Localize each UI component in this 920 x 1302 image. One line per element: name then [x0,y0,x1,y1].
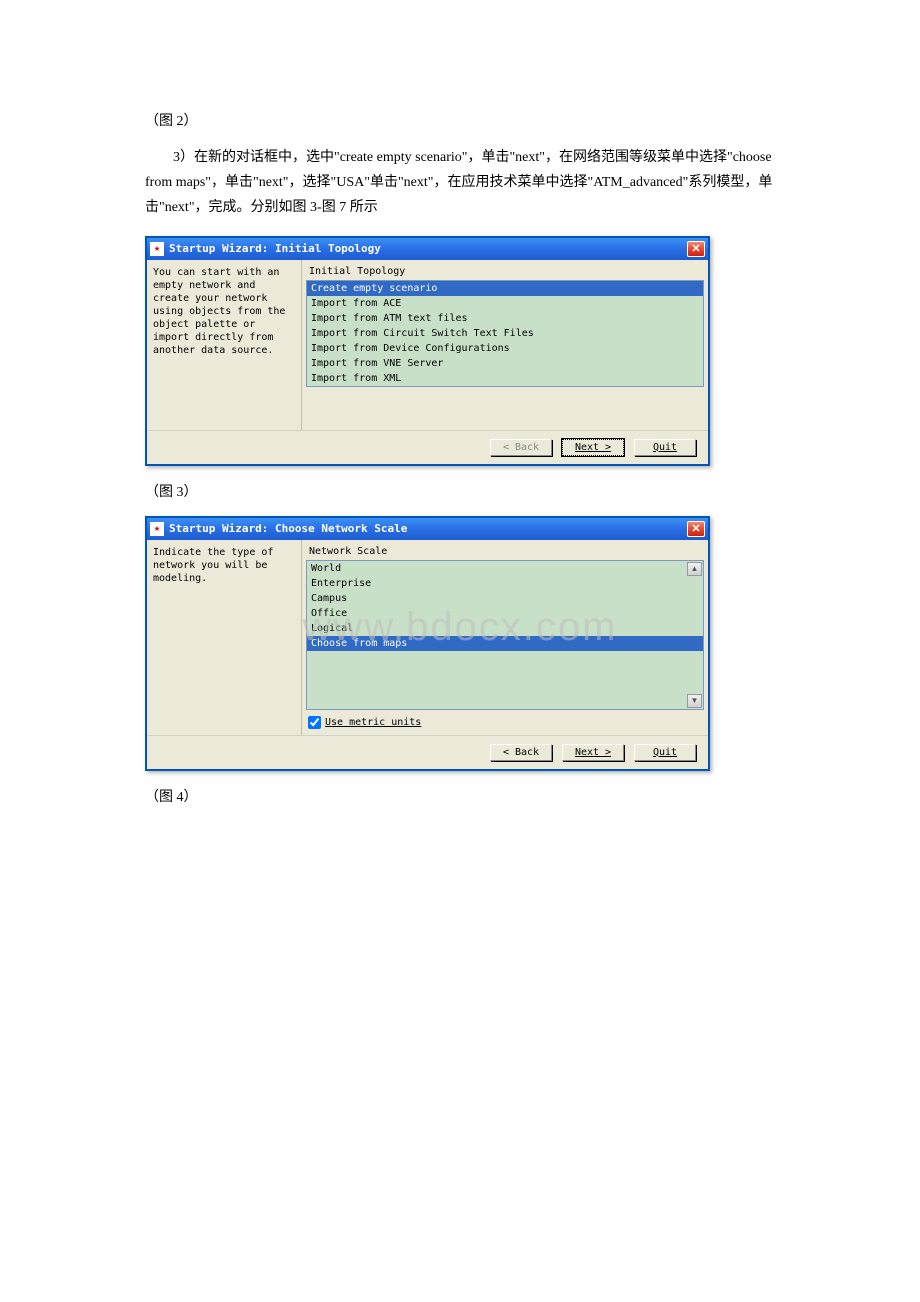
list-item[interactable]: World [307,561,703,576]
startup-wizard-network-scale-dialog: ★ Startup Wizard: Choose Network Scale ✕… [145,516,710,771]
figure-4-caption: （图 4） [145,786,775,806]
next-button[interactable]: Next > [562,439,624,456]
quit-button[interactable]: Quit [634,744,696,761]
next-button[interactable]: Next > [562,744,624,761]
step-3-instructions: 3）在新的对话框中，选中"create empty scenario"，单击"n… [145,145,775,221]
titlebar: ★ Startup Wizard: Choose Network Scale ✕ [147,518,708,540]
topology-options-listbox[interactable]: Create empty scenario Import from ACE Im… [306,280,704,387]
titlebar: ★ Startup Wizard: Initial Topology ✕ [147,238,708,260]
list-item[interactable]: Create empty scenario [307,281,703,296]
list-item[interactable]: Import from Circuit Switch Text Files [307,326,703,341]
back-button: < Back [490,439,552,456]
list-item[interactable]: Enterprise [307,576,703,591]
network-scale-listbox[interactable]: World Enterprise Campus Office Logical C… [306,560,704,710]
app-icon: ★ [150,522,164,536]
scroll-up-icon[interactable]: ▲ [687,562,702,576]
list-item[interactable]: Import from XML [307,371,703,386]
startup-wizard-initial-topology-dialog: ★ Startup Wizard: Initial Topology ✕ You… [145,236,710,466]
list-item[interactable]: Office [307,606,703,621]
close-icon[interactable]: ✕ [687,521,705,537]
description-panel: Indicate the type of network you will be… [147,540,302,735]
list-item[interactable]: Import from ATM text files [307,311,703,326]
dialog-title: Startup Wizard: Initial Topology [169,242,687,255]
checkbox-label: Use metric units [325,717,421,728]
figure-3-caption: （图 3） [145,481,775,501]
back-button[interactable]: < Back [490,744,552,761]
list-item[interactable]: Import from ACE [307,296,703,311]
use-metric-units-checkbox[interactable] [308,716,321,729]
list-item[interactable]: Logical [307,621,703,636]
figure-2-caption: （图 2） [145,110,775,130]
quit-button[interactable]: Quit [634,439,696,456]
list-header: Initial Topology [306,264,704,279]
list-header: Network Scale [306,544,704,559]
list-item[interactable]: Campus [307,591,703,606]
close-icon[interactable]: ✕ [687,241,705,257]
list-item[interactable]: Import from Device Configurations [307,341,703,356]
scroll-down-icon[interactable]: ▼ [687,694,702,708]
list-item[interactable]: Import from VNE Server [307,356,703,371]
list-item[interactable]: Choose from maps [307,636,703,651]
description-panel: You can start with an empty network and … [147,260,302,430]
app-icon: ★ [150,242,164,256]
dialog-title: Startup Wizard: Choose Network Scale [169,522,687,535]
